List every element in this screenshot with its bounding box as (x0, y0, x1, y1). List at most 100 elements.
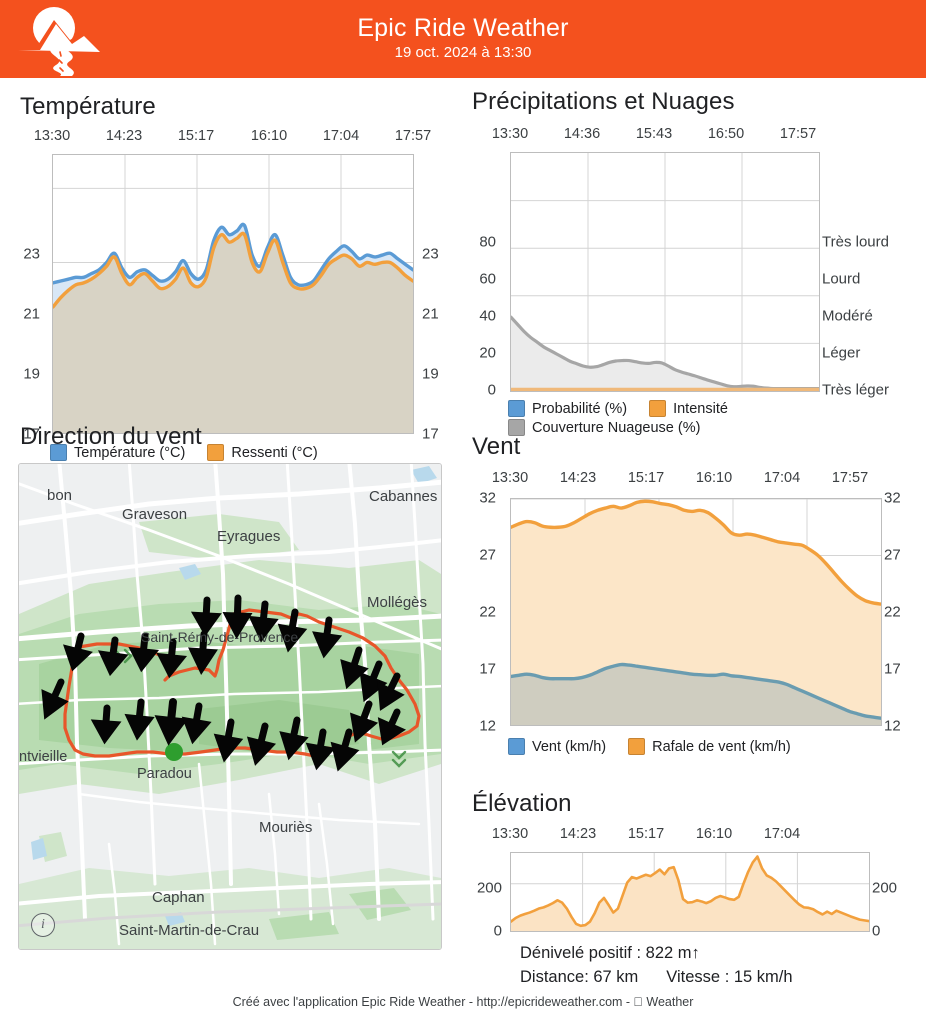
xtick: 17:57 (779, 126, 817, 142)
xtick: 14:23 (559, 826, 597, 842)
xtick: 14:23 (105, 128, 143, 144)
ytick-left: 40 (479, 307, 496, 325)
legend-swatch-probability (508, 400, 525, 417)
left-column: Température 13:30 14:23 15:17 16:10 17:0… (0, 78, 460, 988)
ytick-left: 23 (23, 245, 40, 263)
elevation-xaxis: 13:30 14:23 15:17 16:10 17:04 (460, 826, 926, 848)
ytick-left: 19 (23, 365, 40, 383)
xtick: 17:04 (763, 470, 801, 486)
legend-label: Vent (km/h) (532, 738, 607, 755)
ytick-right: 0 (872, 922, 881, 940)
xtick: 13:30 (491, 470, 529, 486)
ytick-left: 32 (479, 489, 496, 507)
temperature-chart: 13:30 14:23 15:17 16:10 17:04 17:57 23 2… (0, 128, 460, 468)
legend-item: Probabilité (%) (508, 400, 627, 417)
xtick: 16:10 (695, 470, 733, 486)
ytick-left: 200 (476, 879, 502, 897)
wind-legend: Vent (km/h) Rafale de vent (km/h) (508, 738, 926, 755)
wind-xaxis: 13:30 14:23 15:17 16:10 17:04 17:57 (460, 470, 926, 492)
ytick-right: Modéré (822, 307, 873, 325)
xtick: 17:57 (394, 128, 432, 144)
ytick-left: 80 (479, 233, 496, 251)
ytick-right: 17 (422, 425, 439, 443)
legend-swatch-wind (508, 738, 525, 755)
app-logo-icon (10, 2, 106, 76)
xtick: 13:30 (491, 826, 529, 842)
elevation-distance: Distance: 67 km (520, 967, 639, 986)
ytick-left: 0 (487, 381, 496, 399)
elevation-ascent: Dénivelé positif : 822 m↑ (520, 944, 700, 962)
legend-label: Probabilité (%) (532, 400, 628, 417)
legend-label: Intensité (673, 400, 728, 417)
ytick-left: 21 (23, 305, 40, 323)
xtick: 15:43 (635, 126, 673, 142)
footer-credit: Créé avec l'application Epic Ride Weathe… (233, 995, 694, 1009)
ytick-right: 23 (422, 245, 439, 263)
legend-item: Ressenti (°C) (207, 444, 318, 461)
ytick-left: 22 (479, 603, 496, 621)
elevation-plot-area (510, 852, 870, 932)
ytick-left: 20 (479, 344, 496, 362)
xtick: 13:30 (491, 126, 529, 142)
xtick: 17:57 (831, 470, 869, 486)
legend-swatch-ressenti (207, 444, 225, 461)
precipitation-legend: Probabilité (%) Intensité Couverture Nua… (508, 400, 926, 436)
precipitation-chart: 13:30 14:36 15:43 16:50 17:57 80 60 40 2… (460, 126, 926, 436)
ytick-right: 200 (872, 879, 898, 897)
ytick-right: Léger (822, 344, 861, 362)
route-start-marker (165, 743, 183, 761)
legend-label: Couverture Nuageuse (%) (532, 419, 701, 436)
info-icon[interactable]: i (31, 913, 55, 937)
xtick: 13:30 (33, 128, 71, 144)
ytick-right: 22 (884, 603, 901, 621)
xtick: 14:23 (559, 470, 597, 486)
elevation-stats: Dénivelé positif : 822 m↑ Distance: 67 k… (520, 942, 793, 990)
ytick-right: 19 (422, 365, 439, 383)
legend-label: Ressenti (°C) (231, 444, 318, 461)
temperature-section-title: Température (20, 93, 156, 120)
ytick-right: 12 (884, 717, 901, 735)
map-canvas[interactable] (19, 464, 441, 949)
right-column: Précipitations et Nuages 13:30 14:36 15:… (460, 78, 926, 988)
ytick-left: 27 (479, 546, 496, 564)
app-header: Epic Ride Weather 19 oct. 2024 à 13:30 (0, 0, 926, 78)
main-content: Température 13:30 14:23 15:17 16:10 17:0… (0, 78, 926, 988)
elevation-section-title: Élévation (472, 790, 572, 817)
wind-chart: 13:30 14:23 15:17 16:10 17:04 17:57 32 2… (460, 470, 926, 788)
legend-swatch-gust (628, 738, 646, 755)
temperature-xaxis: 13:30 14:23 15:17 16:10 17:04 17:57 (0, 128, 460, 150)
ytick-left: 12 (479, 717, 496, 735)
precipitation-xaxis: 13:30 14:36 15:43 16:50 17:57 (460, 126, 926, 148)
elevation-speed: Vitesse : 15 km/h (666, 967, 793, 986)
xtick: 17:04 (763, 826, 801, 842)
ytick-right: 21 (422, 305, 439, 323)
legend-swatch-intensity (649, 400, 667, 417)
xtick: 14:36 (563, 126, 601, 142)
ytick-right: Très lourd (822, 233, 889, 251)
legend-item: Vent (km/h) (508, 738, 606, 755)
wind-direction-map[interactable]: bon Cabannes Graveson Eyragues Mollégès Saint… (18, 463, 442, 950)
wind-direction-section-title: Direction du vent (20, 423, 202, 450)
xtick: 15:17 (627, 826, 665, 842)
temperature-plot-area (52, 154, 414, 434)
xtick: 17:04 (322, 128, 360, 144)
xtick: 16:50 (707, 126, 745, 142)
wind-plot-area (510, 498, 882, 726)
xtick: 16:10 (250, 128, 288, 144)
legend-item: Rafale de vent (km/h) (628, 738, 791, 755)
wind-section-title: Vent (472, 433, 521, 460)
ytick-right: Très léger (822, 381, 889, 399)
legend-item: Intensité (649, 400, 728, 417)
ytick-right: 17 (884, 660, 901, 678)
ytick-left: 60 (479, 270, 496, 288)
elevation-chart: 13:30 14:23 15:17 16:10 17:04 200 0 200 … (460, 826, 926, 986)
app-title: Epic Ride Weather (357, 14, 569, 43)
legend-label: Rafale de vent (km/h) (652, 738, 791, 755)
xtick: 15:17 (177, 128, 215, 144)
ytick-left: 17 (479, 660, 496, 678)
ytick-left: 0 (493, 922, 502, 940)
xtick: 15:17 (627, 470, 665, 486)
xtick: 16:10 (695, 826, 733, 842)
precipitation-plot-area (510, 152, 820, 392)
precipitation-section-title: Précipitations et Nuages (472, 88, 735, 115)
